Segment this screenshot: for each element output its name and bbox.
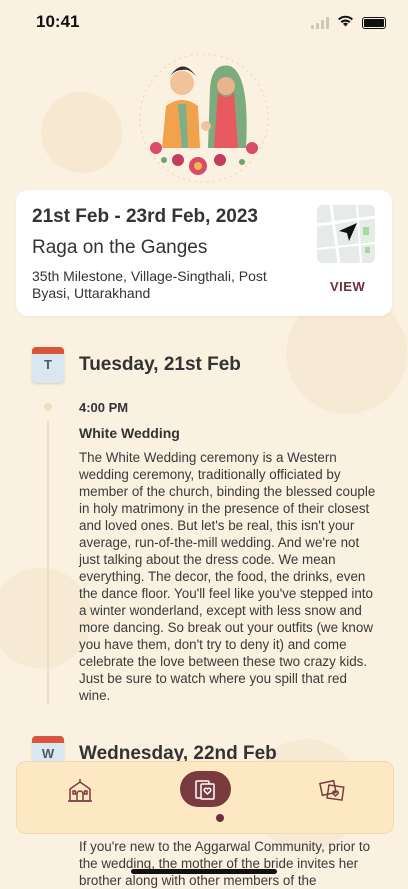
day-header: T Tuesday, 21st Feb [32, 347, 241, 383]
status-time: 10:41 [36, 12, 80, 31]
battery-icon [362, 17, 386, 29]
bottom-navigation [16, 761, 394, 834]
nav-item-venue[interactable] [55, 768, 105, 816]
couple-illustration [134, 48, 274, 188]
nav-item-schedule[interactable] [180, 768, 231, 816]
event-summary-card: 21st Feb - 23rd Feb, 2023 Raga on the Ga… [16, 190, 392, 316]
map-thumbnail[interactable] [317, 205, 375, 263]
event-dates: 21st Feb - 23rd Feb, 2023 [32, 206, 258, 227]
status-icons [311, 14, 386, 32]
nav-item-photos[interactable] [307, 768, 357, 816]
day-title: Tuesday, 21st Feb [79, 354, 241, 375]
event-venue: Raga on the Ganges [32, 237, 208, 258]
venue-icon [67, 777, 93, 808]
calendar-letter: T [44, 357, 52, 372]
calendar-letter: W [41, 746, 55, 761]
cellular-signal-icon [311, 17, 329, 29]
home-indicator [131, 869, 277, 874]
view-map-link[interactable]: VIEW [330, 279, 365, 294]
timeline-line [47, 421, 49, 704]
photos-icon [319, 777, 345, 808]
timeline-dot [44, 403, 52, 411]
schedule-icon [193, 778, 217, 807]
session-title: White Wedding [79, 425, 180, 441]
wifi-icon [337, 14, 354, 32]
event-address: 35th Milestone, Village-Singthali, Post … [32, 268, 267, 301]
session-time: 4:00 PM [79, 400, 129, 415]
status-bar: 10:41 [0, 0, 408, 44]
active-tab-indicator [216, 814, 224, 822]
session-description: The White Wedding ceremony is a Western … [79, 450, 376, 703]
calendar-icon: T [32, 347, 64, 383]
session-description: If you're new to the Aggarwal Community,… [79, 839, 371, 888]
